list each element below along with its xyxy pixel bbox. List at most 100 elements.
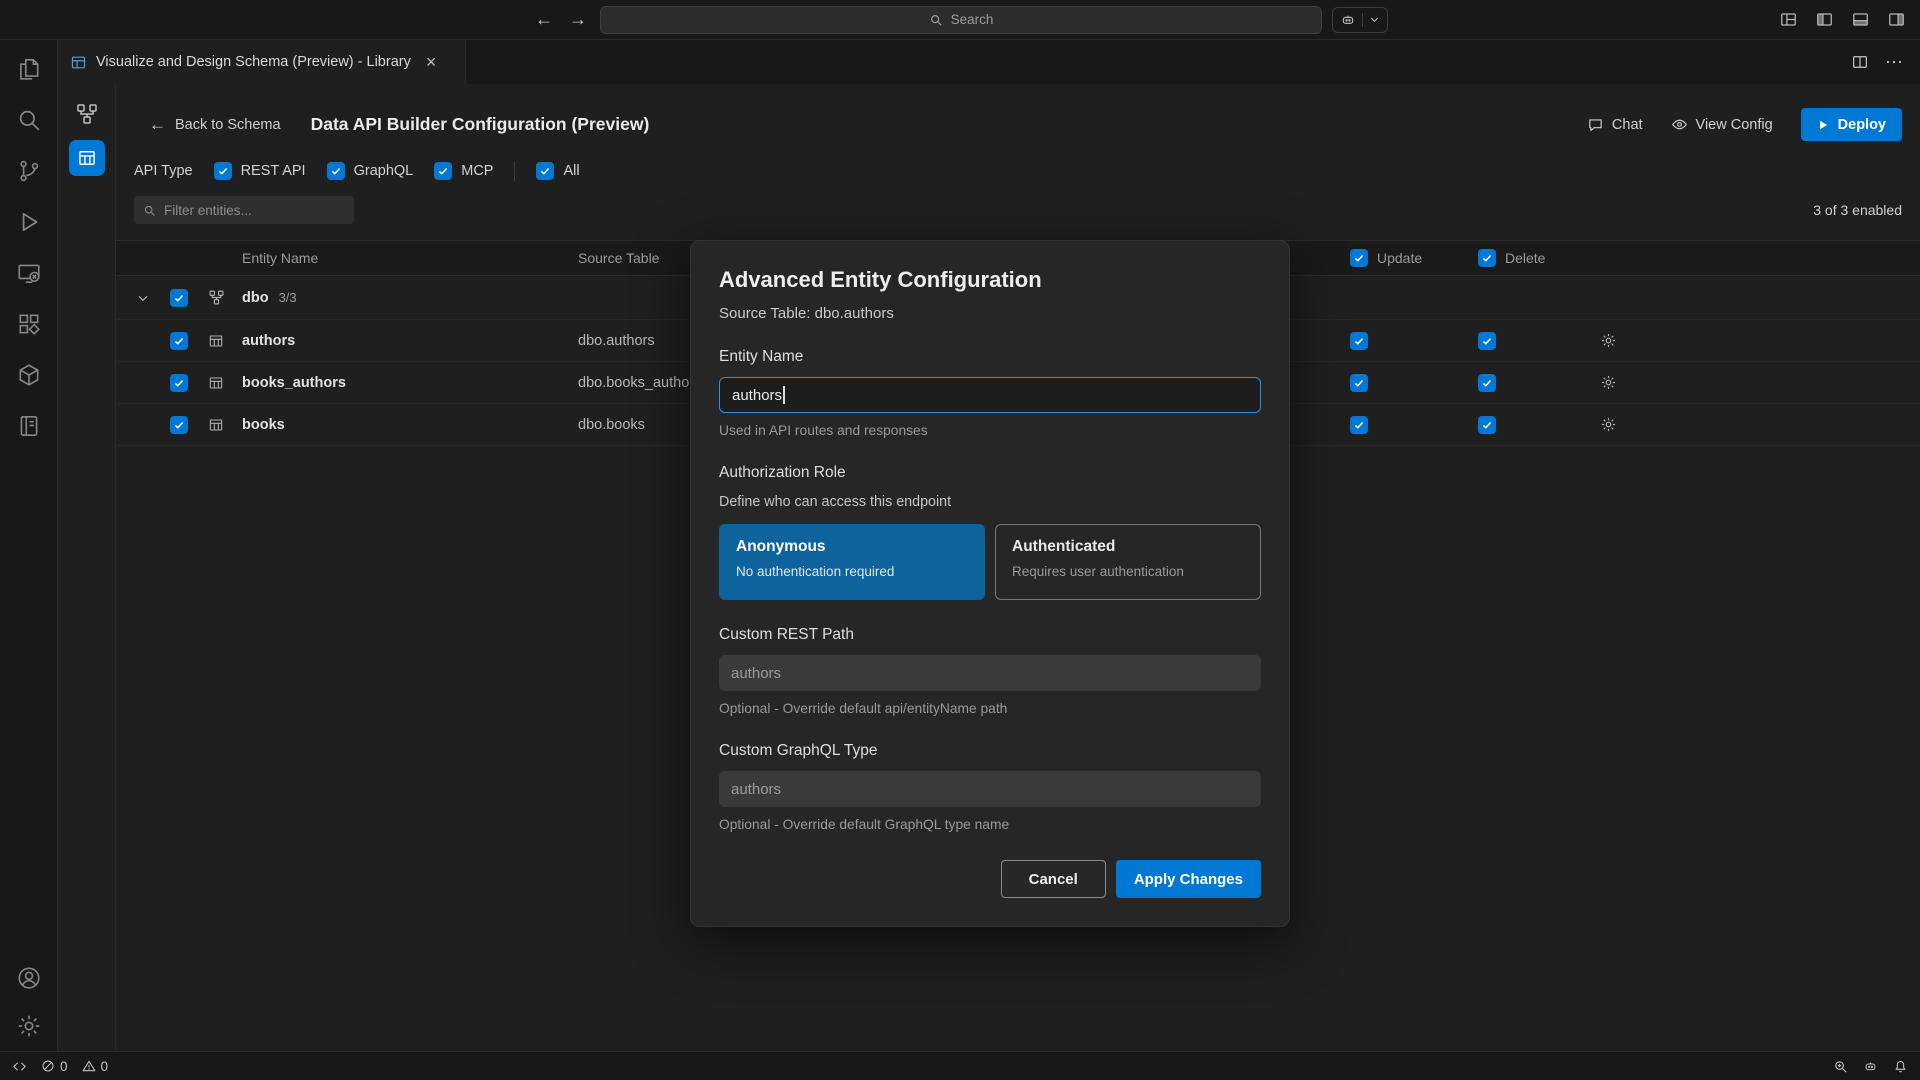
- delete-checkbox[interactable]: [1478, 416, 1496, 434]
- close-icon[interactable]: ×: [426, 53, 437, 71]
- role-option-authenticated[interactable]: Authenticated Requires user authenticati…: [995, 524, 1261, 600]
- row-settings-gear-icon[interactable]: [1600, 332, 1617, 349]
- panel-left-icon[interactable]: [1815, 10, 1834, 29]
- cube-icon[interactable]: [16, 362, 42, 388]
- custom-rest-path-input[interactable]: authors: [719, 655, 1261, 691]
- entity-name: authors: [242, 333, 578, 349]
- extensions-icon[interactable]: [16, 311, 42, 337]
- run-debug-icon[interactable]: [16, 209, 42, 235]
- more-actions-icon[interactable]: ⋯: [1885, 52, 1904, 73]
- mcp-checkbox[interactable]: [434, 162, 452, 180]
- explorer-icon[interactable]: [16, 56, 42, 82]
- custom-graphql-type-help: Optional - Override default GraphQL type…: [719, 817, 1261, 832]
- update-checkbox[interactable]: [1350, 374, 1368, 392]
- copilot-icon[interactable]: [1863, 1059, 1878, 1074]
- group-select-checkbox[interactable]: [170, 289, 188, 307]
- role-option-anonymous[interactable]: Anonymous No authentication required: [719, 524, 985, 600]
- copilot-button[interactable]: [1332, 7, 1388, 33]
- settings-gear-icon[interactable]: [16, 1013, 42, 1039]
- schema-designer-icon: [70, 54, 87, 71]
- delete-checkbox[interactable]: [1478, 374, 1496, 392]
- panel-right-icon[interactable]: [1887, 10, 1906, 29]
- zoom-icon[interactable]: [1833, 1059, 1848, 1074]
- filter-graphql[interactable]: GraphQL: [327, 162, 414, 180]
- entity-name-value: authors: [732, 387, 782, 404]
- panel-bottom-icon[interactable]: [1851, 10, 1870, 29]
- notebook-icon[interactable]: [16, 413, 42, 439]
- back-label: Back to Schema: [175, 117, 281, 133]
- enabled-count: 3 of 3 enabled: [1813, 202, 1902, 218]
- custom-rest-path-placeholder: authors: [731, 665, 781, 682]
- update-checkbox[interactable]: [1350, 332, 1368, 350]
- layout-icon[interactable]: [1779, 10, 1798, 29]
- delete-all-checkbox[interactable]: [1478, 249, 1496, 267]
- authorization-role-help: Define who can access this endpoint: [719, 494, 1261, 510]
- filter-entities-placeholder: Filter entities...: [164, 203, 252, 218]
- remote-monitor-icon[interactable]: [16, 260, 42, 286]
- api-type-filters: API Type REST API GraphQL MCP: [116, 141, 1920, 181]
- back-arrow-icon[interactable]: ←: [532, 9, 556, 30]
- row-settings-gear-icon[interactable]: [1600, 374, 1617, 391]
- back-to-schema-link[interactable]: ← Back to Schema: [149, 115, 281, 135]
- apply-changes-button[interactable]: Apply Changes: [1116, 860, 1261, 898]
- dialog-title: Advanced Entity Configuration: [719, 267, 1261, 293]
- all-checkbox[interactable]: [536, 162, 554, 180]
- search-icon[interactable]: [16, 107, 42, 133]
- update-all-checkbox[interactable]: [1350, 249, 1368, 267]
- tab-bar: Visualize and Design Schema (Preview) - …: [58, 40, 1920, 84]
- table-designer-tab[interactable]: [69, 140, 105, 176]
- table-icon: [208, 333, 224, 349]
- authorization-role-label: Authorization Role: [719, 464, 1261, 482]
- delete-checkbox[interactable]: [1478, 332, 1496, 350]
- table-icon: [208, 417, 224, 433]
- custom-graphql-type-input[interactable]: authors: [719, 771, 1261, 807]
- filter-rest-api[interactable]: REST API: [214, 162, 306, 180]
- source-control-icon[interactable]: [16, 158, 42, 184]
- advanced-entity-configuration-dialog: Advanced Entity Configuration Source Tab…: [690, 240, 1290, 927]
- status-bar: 0 0: [0, 1051, 1920, 1080]
- remote-indicator-icon[interactable]: [12, 1059, 27, 1074]
- entity-name-label: Entity Name: [719, 348, 1261, 366]
- rest-api-label: REST API: [241, 163, 306, 179]
- problems-indicator[interactable]: 0 0: [41, 1059, 108, 1074]
- split-editor-icon[interactable]: [1851, 53, 1869, 71]
- view-config-button[interactable]: View Config: [1671, 116, 1773, 133]
- schema-icon: [208, 289, 225, 306]
- row-select-checkbox[interactable]: [170, 416, 188, 434]
- divider: [1362, 13, 1363, 27]
- text-caret: [783, 386, 785, 404]
- filter-entities-input[interactable]: Filter entities...: [134, 196, 354, 224]
- deploy-button[interactable]: Deploy: [1801, 108, 1902, 141]
- update-checkbox[interactable]: [1350, 416, 1368, 434]
- chat-button[interactable]: Chat: [1587, 116, 1643, 133]
- row-settings-gear-icon[interactable]: [1600, 416, 1617, 433]
- tab-visualize-design-schema[interactable]: Visualize and Design Schema (Preview) - …: [58, 40, 466, 84]
- search-icon: [143, 204, 156, 217]
- warning-count: 0: [101, 1059, 109, 1074]
- bell-icon[interactable]: [1893, 1059, 1908, 1074]
- row-select-checkbox[interactable]: [170, 374, 188, 392]
- entity-name: books: [242, 417, 578, 433]
- search-icon: [929, 13, 943, 27]
- filter-mcp[interactable]: MCP: [434, 162, 493, 180]
- account-icon[interactable]: [16, 965, 42, 991]
- command-center-search[interactable]: Search: [600, 6, 1322, 34]
- eye-icon: [1671, 116, 1688, 133]
- forward-arrow-icon[interactable]: →: [566, 9, 590, 30]
- filter-all[interactable]: All: [536, 162, 579, 180]
- error-count: 0: [60, 1059, 68, 1074]
- schema-visualize-icon[interactable]: [75, 102, 99, 126]
- deploy-label: Deploy: [1838, 117, 1886, 133]
- rest-api-checkbox[interactable]: [214, 162, 232, 180]
- custom-rest-path-help: Optional - Override default api/entityNa…: [719, 701, 1261, 716]
- activity-bar: [0, 40, 58, 1051]
- row-select-checkbox[interactable]: [170, 332, 188, 350]
- entity-name-input[interactable]: authors: [719, 377, 1261, 413]
- graphql-checkbox[interactable]: [327, 162, 345, 180]
- cancel-button[interactable]: Cancel: [1001, 860, 1106, 898]
- delete-header: Delete: [1505, 250, 1545, 266]
- table-icon: [208, 375, 224, 391]
- chevron-down-icon[interactable]: [136, 291, 150, 305]
- titlebar: ← → Search: [0, 0, 1920, 40]
- chat-icon: [1587, 116, 1604, 133]
